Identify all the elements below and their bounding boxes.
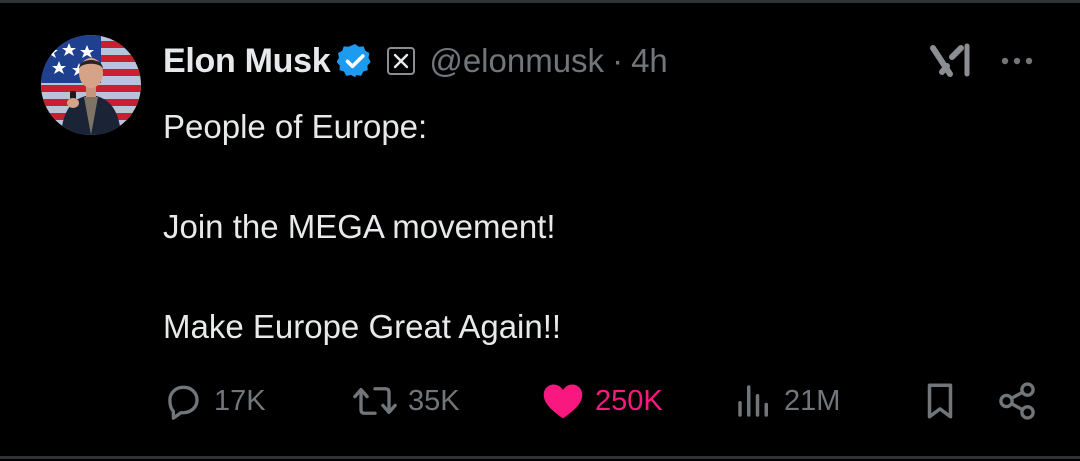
avatar[interactable]: [41, 35, 141, 135]
avatar-image: [41, 35, 141, 135]
action-bar: 17K 35K 250K 21M: [0, 377, 1080, 425]
views-icon: [738, 385, 768, 417]
tweet-text-line: Make Europe Great Again!!: [163, 308, 562, 345]
repost-count: 35K: [408, 384, 460, 417]
heart-icon: [543, 384, 583, 419]
x-affiliate-badge-icon[interactable]: [387, 47, 416, 75]
tweet-text: People of Europe: Join the MEGA movement…: [163, 102, 1043, 352]
share-button[interactable]: [996, 377, 1038, 425]
verified-badge-icon[interactable]: [337, 43, 373, 79]
bottom-divider: [0, 456, 1080, 459]
more-options-icon[interactable]: [995, 44, 1039, 78]
bookmark-icon: [927, 383, 953, 419]
tweet-header: Elon Musk @elonmusk · 4h: [163, 38, 668, 84]
tweet-time[interactable]: 4h: [631, 42, 668, 80]
time-separator: ·: [612, 42, 624, 79]
tweet-text-line: People of Europe:: [163, 108, 428, 145]
views-count: 21M: [784, 384, 841, 417]
repost-icon: [353, 387, 397, 415]
tweet-text-line: Join the MEGA movement!: [163, 208, 556, 245]
reply-icon: [168, 385, 199, 420]
grok-icon[interactable]: [928, 40, 972, 80]
like-button[interactable]: 250K: [541, 377, 663, 425]
repost-button[interactable]: 35K: [352, 377, 460, 425]
reply-count: 17K: [214, 384, 266, 417]
author-handle[interactable]: @elonmusk: [429, 42, 604, 80]
top-divider: [0, 0, 1080, 3]
author-name[interactable]: Elon Musk: [163, 42, 331, 81]
share-icon: [999, 382, 1035, 420]
views-button[interactable]: 21M: [734, 377, 840, 425]
reply-button[interactable]: 17K: [162, 377, 266, 425]
like-count: 250K: [595, 384, 663, 417]
bookmark-button[interactable]: [920, 377, 960, 425]
